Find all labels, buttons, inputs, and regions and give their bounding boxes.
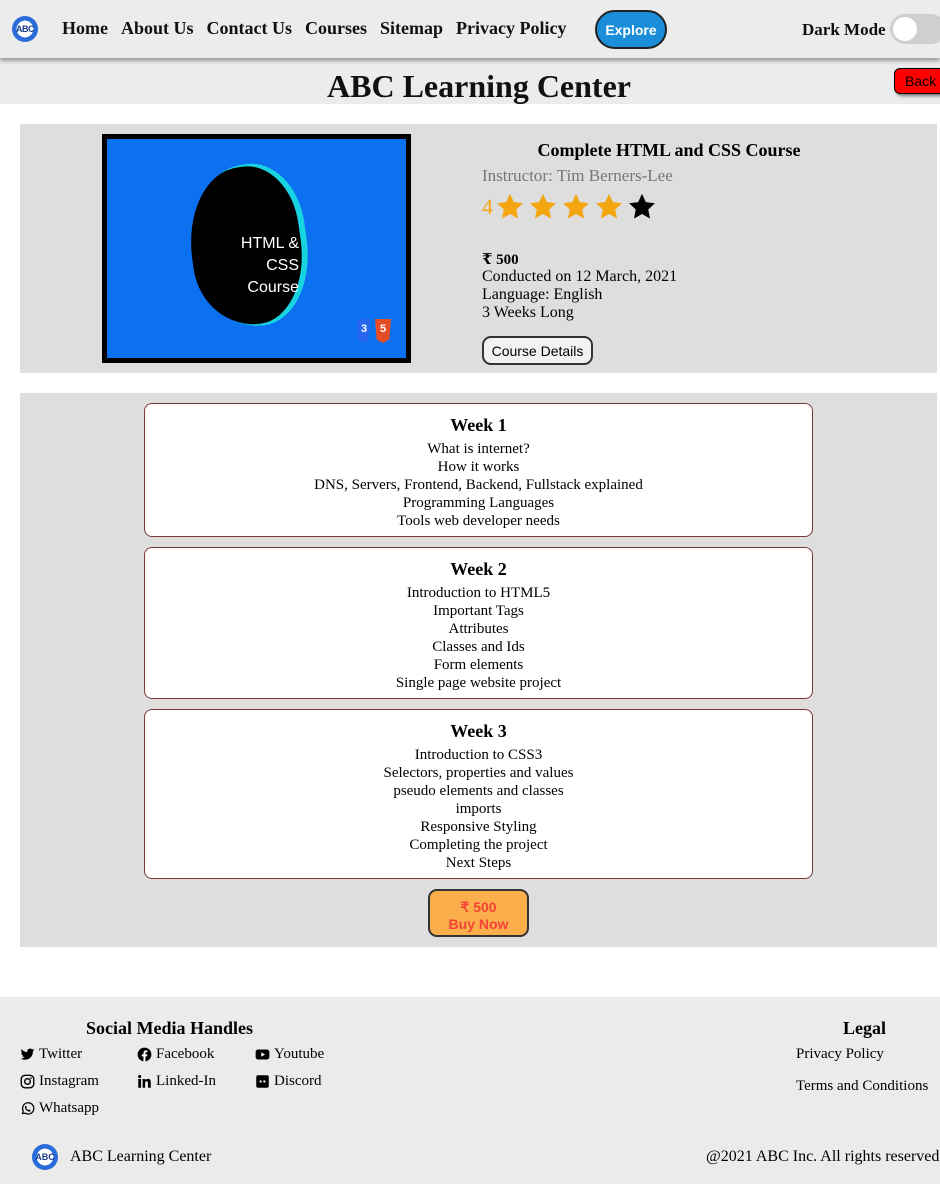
week-topic: Attributes: [448, 621, 509, 637]
social-title: Social Media Handles: [86, 1018, 254, 1038]
buy-label: Buy Now: [448, 916, 509, 932]
thumbnail-text: HTML & CSS Course: [240, 235, 299, 296]
week-topic: Classes and Ids: [432, 639, 525, 655]
nav-privacy[interactable]: Privacy Policy: [456, 18, 566, 39]
week-topic: Responsive Styling: [420, 819, 537, 835]
linkedin-icon: [138, 1074, 151, 1088]
footer-brand: ABC Learning Center: [70, 1148, 212, 1165]
page-title: ABC Learning Center: [327, 68, 631, 104]
week-title: Week 1: [450, 415, 507, 435]
discord-icon: [256, 1075, 269, 1088]
week-title: Week 2: [450, 559, 507, 579]
star-icon: [563, 193, 589, 219]
course-card: HTML & CSS Course 3 5 Complete HTML and …: [20, 124, 937, 373]
star-icon: [497, 193, 523, 219]
dark-mode-toggle[interactable]: [890, 14, 940, 44]
toggle-knob: [893, 17, 917, 41]
buy-now-button[interactable]: ₹ 500 Buy Now: [428, 889, 529, 937]
linkedin-link[interactable]: Linked-In: [137, 1073, 216, 1090]
star-icon: [530, 193, 556, 219]
course-details-button[interactable]: Course Details: [482, 336, 593, 365]
footer: Social Media Handles Twitter Facebook Yo…: [0, 997, 940, 1184]
week-topic: Introduction to HTML5: [406, 585, 551, 601]
title-strip: ABC Learning Center: [0, 58, 940, 104]
twitter-link[interactable]: Twitter: [20, 1046, 82, 1063]
nav-courses[interactable]: Courses: [305, 18, 367, 39]
youtube-icon: [255, 1049, 270, 1060]
course-date: Conducted on 12 March, 2021: [482, 268, 678, 285]
week-card: Week 2 Introduction to HTML5 Important T…: [144, 547, 813, 699]
week-topic: Next Steps: [445, 855, 512, 871]
week-topic: DNS, Servers, Frontend, Backend, Fullsta…: [314, 477, 643, 493]
navbar: ABC Home About Us Contact Us Courses Sit…: [0, 0, 940, 58]
whatsapp-link[interactable]: Whatsapp: [20, 1100, 99, 1117]
explore-button[interactable]: Explore: [595, 10, 667, 49]
nav-sitemap[interactable]: Sitemap: [380, 18, 443, 39]
terms-link[interactable]: Terms and Conditions: [796, 1078, 928, 1095]
syllabus: Week 1 What is internet? How it works DN…: [20, 393, 937, 947]
nav-about[interactable]: About Us: [121, 18, 194, 39]
week-topic: imports: [455, 801, 502, 817]
buy-price: ₹ 500: [460, 899, 497, 915]
twitter-icon: [20, 1048, 35, 1060]
star-icon: [596, 193, 622, 219]
instagram-link[interactable]: Instagram: [20, 1073, 99, 1090]
nav-contact[interactable]: Contact Us: [207, 18, 293, 39]
star-empty-icon: [629, 193, 655, 219]
youtube-link[interactable]: Youtube: [255, 1046, 324, 1063]
facebook-icon: [137, 1047, 152, 1062]
back-button[interactable]: Back: [894, 68, 940, 94]
course-language: Language: English: [482, 286, 603, 303]
nav-links: Home About Us Contact Us Courses Sitemap…: [62, 18, 566, 39]
week-topic: Single page website project: [395, 675, 562, 691]
week-topic: Introduction to CSS3: [414, 747, 543, 763]
week-topic: Selectors, properties and values: [383, 765, 574, 781]
nav-home[interactable]: Home: [62, 18, 108, 39]
week-topic: Important Tags: [433, 603, 524, 619]
footer-logo[interactable]: ABC: [32, 1144, 58, 1170]
week-card: Week 1 What is internet? How it works DN…: [144, 403, 813, 537]
whatsapp-icon: [21, 1102, 35, 1115]
week-topic: How it works: [437, 459, 520, 475]
course-title: Complete HTML and CSS Course: [537, 140, 801, 160]
instagram-icon: [20, 1074, 35, 1089]
dark-mode-label: Dark Mode: [802, 20, 886, 39]
course-price: ₹ 500: [482, 252, 519, 268]
logo[interactable]: ABC: [12, 16, 38, 42]
week-topic: Completing the project: [409, 837, 548, 853]
facebook-link[interactable]: Facebook: [137, 1046, 214, 1063]
course-duration: 3 Weeks Long: [482, 304, 574, 321]
course-thumbnail: HTML & CSS Course 3 5: [102, 134, 411, 363]
week-card: Week 3 Introduction to CSS3 Selectors, p…: [144, 709, 813, 879]
week-topic: Programming Languages: [402, 495, 555, 511]
legal-title: Legal: [843, 1018, 886, 1038]
week-topic: Form elements: [433, 657, 524, 673]
privacy-policy-link[interactable]: Privacy Policy: [796, 1046, 884, 1063]
copyright: @2021 ABC Inc. All rights reserved.: [706, 1148, 940, 1165]
instructor: Instructor: Tim Berners-Lee: [482, 166, 673, 185]
discord-link[interactable]: Discord: [255, 1073, 322, 1090]
week-topic: What is internet?: [427, 441, 530, 457]
rating-value: 4: [482, 194, 493, 219]
rating: 4: [482, 192, 660, 222]
week-title: Week 3: [450, 721, 507, 741]
week-topic: pseudo elements and classes: [393, 783, 564, 799]
week-topic: Tools web developer needs: [397, 513, 560, 529]
